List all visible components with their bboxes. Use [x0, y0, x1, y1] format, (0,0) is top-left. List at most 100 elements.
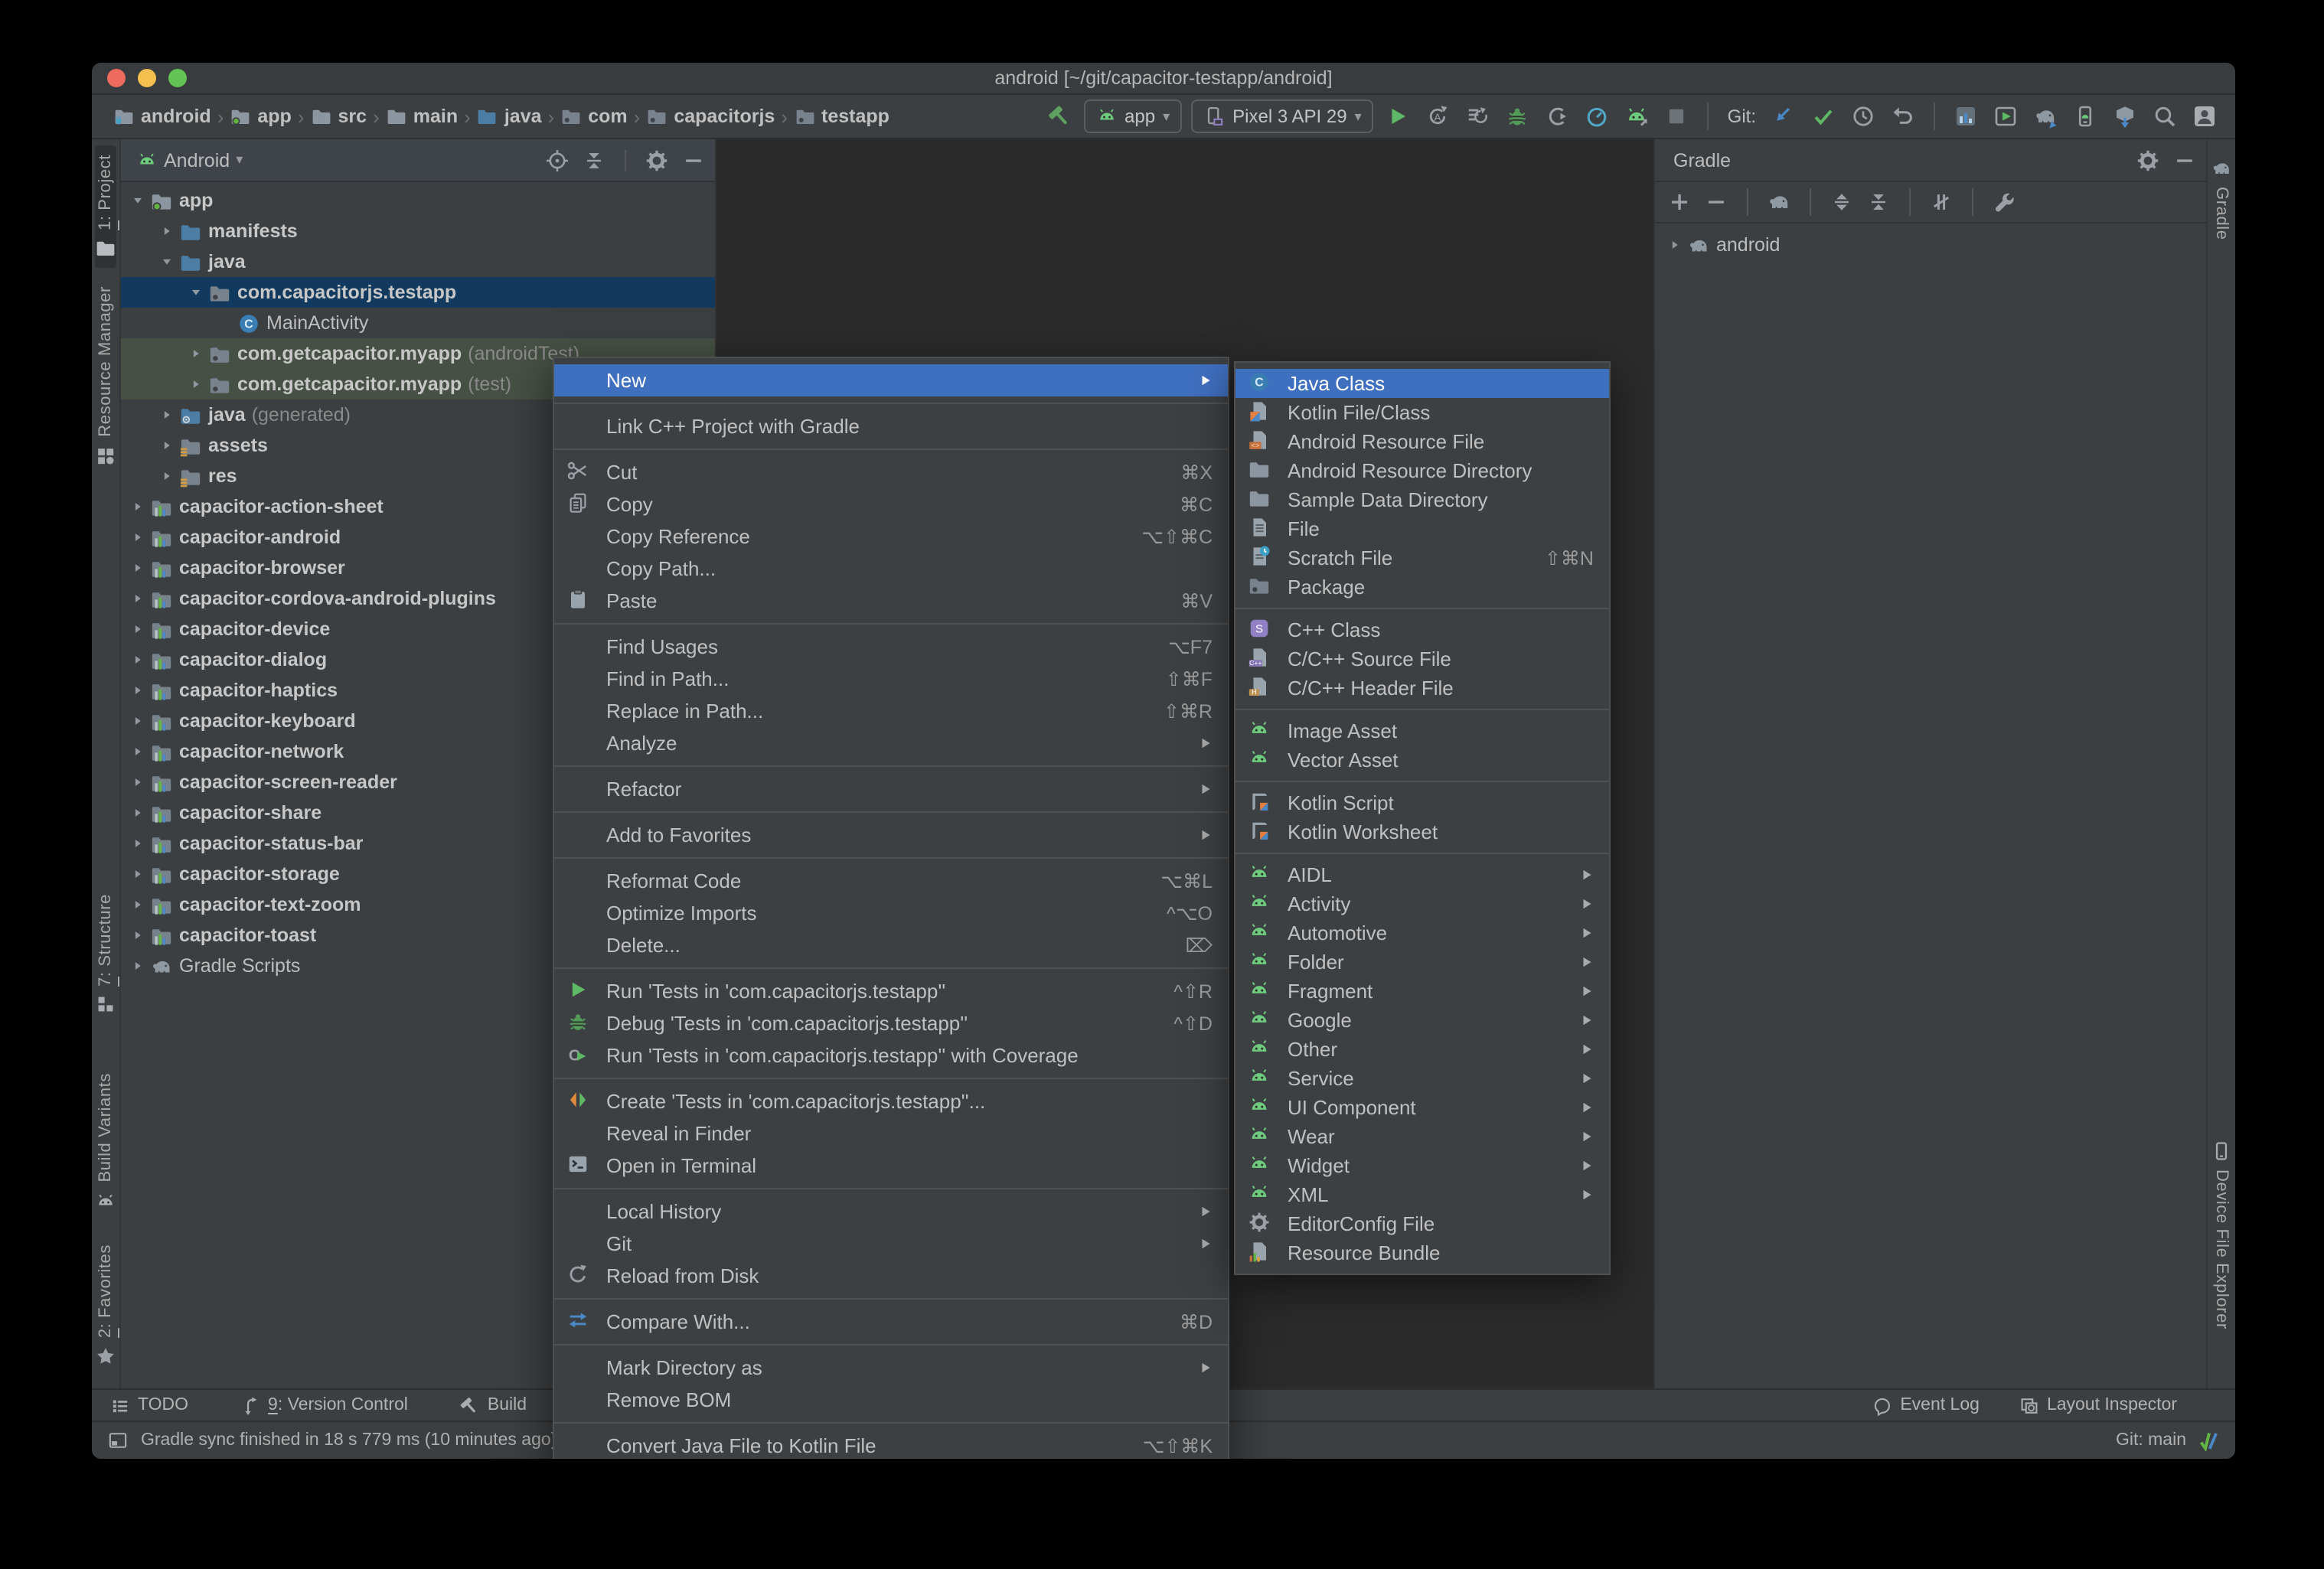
menu-item-local-history[interactable]: Local History — [554, 1196, 1228, 1228]
title-bar[interactable]: android [~/git/capacitor-testapp/android… — [92, 63, 2235, 95]
menu-item-editorconfig-file[interactable]: EditorConfig File — [1235, 1209, 1609, 1238]
tree-expand-arrow-icon[interactable] — [185, 377, 207, 392]
tree-expand-arrow-icon[interactable] — [127, 744, 149, 759]
menu-item-copy[interactable]: Copy ⌘C — [554, 488, 1228, 520]
tree-item-app[interactable]: app — [121, 185, 715, 216]
tree-item-manifests[interactable]: manifests — [121, 216, 715, 246]
device-manager-button[interactable] — [2070, 101, 2100, 132]
menu-item-add-to-favorites[interactable]: Add to Favorites — [554, 819, 1228, 851]
tool-window-tab-structure[interactable]: 7: Structure — [95, 885, 116, 1025]
menu-item-activity[interactable]: Activity — [1235, 889, 1609, 918]
breadcrumb-src[interactable]: src — [311, 106, 367, 127]
stop-button[interactable] — [1662, 101, 1692, 132]
breadcrumb-testapp[interactable]: testapp — [794, 106, 889, 127]
menu-item-kotlin-script[interactable]: Kotlin Script — [1235, 788, 1609, 817]
menu-item-replace-in-path[interactable]: Replace in Path... ⇧⌘R — [554, 695, 1228, 727]
sync-gradle-button[interactable] — [2030, 101, 2061, 132]
gear-button[interactable] — [2136, 148, 2160, 172]
menu-item-widget[interactable]: Widget — [1235, 1151, 1609, 1180]
menu-item-run-tests-in-com-capacitorjs-testapp[interactable]: Run 'Tests in 'com.capacitorjs.testapp''… — [554, 975, 1228, 1007]
tree-item-java[interactable]: java — [121, 246, 715, 277]
minus-button[interactable] — [2172, 148, 2197, 172]
menu-item-create-tests-in-com-capacitorjs-testapp[interactable]: Create 'Tests in 'com.capacitorjs.testap… — [554, 1085, 1228, 1117]
menu-item-sample-data-directory[interactable]: Sample Data Directory — [1235, 485, 1609, 514]
tree-expand-arrow-icon[interactable] — [127, 713, 149, 729]
tree-expand-arrow-icon[interactable] — [127, 621, 149, 637]
menu-item-c-c-header-file[interactable]: H C/C++ Header File — [1235, 674, 1609, 703]
menu-item-link-c-project-with-gradle[interactable]: Link C++ Project with Gradle — [554, 410, 1228, 442]
panel-toggle-icon[interactable] — [107, 1430, 129, 1451]
tree-expand-arrow-icon[interactable] — [127, 928, 149, 943]
device-select[interactable]: Pixel 3 API 29 ▾ — [1191, 99, 1374, 133]
menu-item-android-resource-file[interactable]: <> Android Resource File — [1235, 427, 1609, 456]
menu-item-compare-with[interactable]: Compare With... ⌘D — [554, 1306, 1228, 1338]
menu-item-wear[interactable]: Wear — [1235, 1122, 1609, 1151]
collapse-all-button[interactable] — [582, 148, 606, 172]
profiler-button[interactable] — [1582, 101, 1613, 132]
menu-item-kotlin-file-class[interactable]: Kotlin File/Class — [1235, 398, 1609, 427]
menu-item-file[interactable]: File — [1235, 514, 1609, 543]
gradle-elephant-button[interactable] — [1767, 190, 1791, 214]
tree-expand-arrow-icon[interactable] — [127, 652, 149, 667]
tool-window-tab-device-file-explorer[interactable]: Device File Explorer — [2211, 1131, 2232, 1339]
update-button[interactable] — [1768, 101, 1799, 132]
tree-expand-arrow-icon[interactable] — [185, 346, 207, 361]
tree-expand-arrow-icon[interactable] — [127, 193, 149, 208]
gradle-tree-item-android[interactable]: android — [1655, 230, 2206, 260]
project-view-selector[interactable]: Android — [164, 149, 230, 171]
tree-expand-arrow-icon[interactable] — [156, 254, 178, 269]
menu-item-find-in-path[interactable]: Find in Path... ⇧⌘F — [554, 663, 1228, 695]
menu-item-git[interactable]: Git — [554, 1228, 1228, 1260]
bug-button[interactable] — [1503, 101, 1533, 132]
tool-window-button-event-log[interactable]: Event Log — [1872, 1395, 1980, 1415]
hammer-green-button[interactable] — [1043, 101, 1074, 132]
menu-item-google[interactable]: Google — [1235, 1006, 1609, 1035]
menu-item-java-class[interactable]: C Java Class — [1235, 369, 1609, 398]
minus-button[interactable] — [681, 148, 706, 172]
restart-activity-button[interactable]: A — [1423, 101, 1454, 132]
breadcrumb-app[interactable]: app — [230, 106, 292, 127]
menu-item-kotlin-worksheet[interactable]: Kotlin Worksheet — [1235, 817, 1609, 846]
tool-window-button-version-control[interactable]: 9: Version Control — [240, 1395, 408, 1415]
gear-button[interactable] — [645, 148, 669, 172]
menu-item-reformat-code[interactable]: Reformat Code ⌥⌘L — [554, 865, 1228, 897]
play-button[interactable] — [1383, 101, 1414, 132]
tree-expand-arrow-icon[interactable] — [156, 438, 178, 453]
menu-item-fragment[interactable]: Fragment — [1235, 977, 1609, 1006]
tree-expand-arrow-icon[interactable] — [185, 285, 207, 300]
menu-item-run-tests-in-com-capacitorjs-testapp-with-coverage[interactable]: C Run 'Tests in 'com.capacitorjs.testapp'… — [554, 1039, 1228, 1072]
menu-item-aidl[interactable]: AIDL — [1235, 860, 1609, 889]
menu-item-xml[interactable]: XML — [1235, 1180, 1609, 1209]
tree-expand-arrow-icon[interactable] — [156, 407, 178, 422]
menu-item-scratch-file[interactable]: Scratch File ⇧⌘N — [1235, 543, 1609, 572]
menu-item-automotive[interactable]: Automotive — [1235, 918, 1609, 948]
menu-item-find-usages[interactable]: Find Usages ⌥F7 — [554, 631, 1228, 663]
apply-changes-button[interactable] — [1463, 101, 1493, 132]
tree-expand-arrow-icon[interactable] — [127, 897, 149, 912]
breadcrumb-com[interactable]: com — [560, 106, 628, 127]
menu-item-android-resource-directory[interactable]: Android Resource Directory — [1235, 456, 1609, 485]
menu-item-paste[interactable]: Paste ⌘V — [554, 585, 1228, 617]
tree-item-com.capacitorjs.testapp[interactable]: com.capacitorjs.testapp — [121, 277, 715, 308]
plus-button[interactable] — [1667, 190, 1692, 214]
tree-expand-arrow-icon[interactable] — [127, 836, 149, 851]
project-structure-button[interactable] — [1950, 101, 1981, 132]
menu-item-c-class[interactable]: S C++ Class — [1235, 615, 1609, 644]
attach-debugger-button[interactable] — [1542, 101, 1573, 132]
rollback-button[interactable] — [1888, 101, 1918, 132]
tree-expand-arrow-icon[interactable] — [127, 530, 149, 545]
menu-item-cut[interactable]: Cut ⌘X — [554, 456, 1228, 488]
tree-expand-arrow-icon[interactable] — [127, 958, 149, 974]
breadcrumb-android[interactable]: android — [113, 106, 211, 127]
tool-window-tab-project[interactable]: 1: Project — [95, 145, 116, 269]
commit-button[interactable] — [1808, 101, 1839, 132]
menu-item-remove-bom[interactable]: Remove BOM — [554, 1384, 1228, 1416]
minus-button[interactable] — [1704, 190, 1728, 214]
wrench-button[interactable] — [1992, 190, 2016, 214]
menu-item-ui-component[interactable]: UI Component — [1235, 1093, 1609, 1122]
menu-item-service[interactable]: Service — [1235, 1064, 1609, 1093]
menu-item-resource-bundle[interactable]: Resource Bundle — [1235, 1238, 1609, 1267]
menu-item-new[interactable]: New — [554, 364, 1228, 396]
tree-expand-arrow-icon[interactable] — [156, 468, 178, 484]
expand-all-button[interactable] — [1829, 190, 1854, 214]
